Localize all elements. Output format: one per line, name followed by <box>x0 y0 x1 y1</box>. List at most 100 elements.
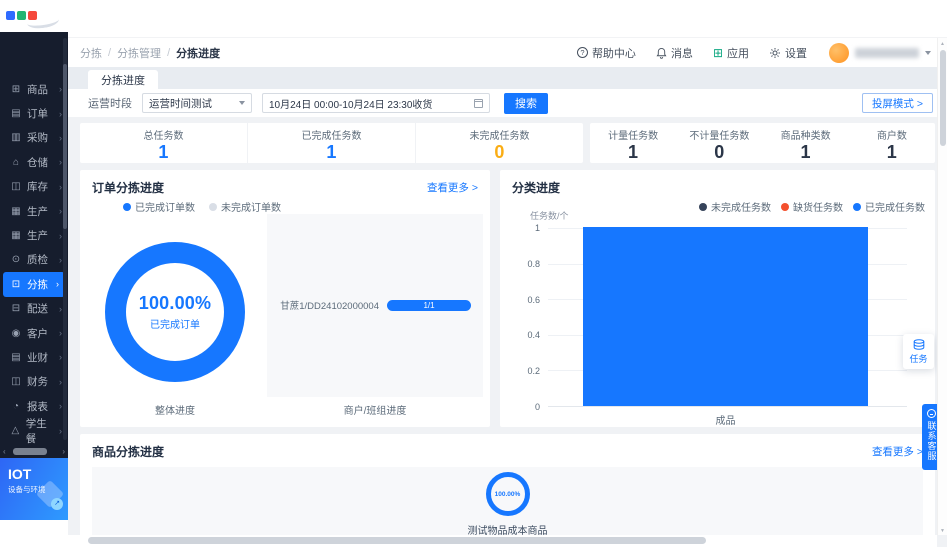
date-range-input[interactable]: 10月24日 00:00-10月24日 23:30收货 <box>262 93 490 113</box>
stat-value: 1 <box>80 142 247 163</box>
sidebar-item-business-finance[interactable]: ▤业财› <box>0 345 68 369</box>
sidebar-item-label: 财务 <box>27 374 48 389</box>
chevron-right-icon: › <box>56 279 59 289</box>
apps-button[interactable]: ⊞ 应用 <box>713 45 749 61</box>
sidebar-item-goods[interactable]: ⊞商品› <box>0 77 68 101</box>
help-center-button[interactable]: ? 帮助中心 <box>577 45 636 61</box>
legend-item[interactable]: 已完成任务数 <box>853 199 925 214</box>
business-finance-icon: ▤ <box>10 352 22 363</box>
tasks-float-button[interactable]: 任务 <box>903 334 934 369</box>
bar-finished-tasks <box>583 227 868 406</box>
stat-item: 不计量任务数0 <box>676 123 762 163</box>
search-button[interactable]: 搜索 <box>504 93 548 114</box>
user-menu[interactable] <box>829 43 931 63</box>
bar-chart-plot: 成品 <box>548 228 907 407</box>
scroll-up-arrow-icon[interactable]: ▲ <box>940 38 945 48</box>
sidebar-item-customers[interactable]: ◉客户› <box>0 321 68 345</box>
sidebar-item-production[interactable]: ▦生产› <box>0 199 68 223</box>
service-label: 联系客服 <box>927 421 936 461</box>
sidebar-item-finance[interactable]: ◫财务› <box>0 370 68 394</box>
order-panel-more-link[interactable]: 查看更多 > <box>427 180 478 195</box>
sidebar-item-production[interactable]: ▦生产› <box>0 223 68 247</box>
sidebar-item-label: 学生餐 <box>26 416 54 446</box>
iot-badge-icon: ↗ <box>51 498 63 510</box>
app-logo[interactable] <box>0 0 68 32</box>
apps-label: 应用 <box>727 45 749 61</box>
category-panel-title: 分类进度 <box>512 179 560 196</box>
vertical-scrollbar[interactable]: ▲ ▼ <box>937 38 947 535</box>
y-tick-label: 0.6 <box>508 295 540 305</box>
tab-sorting-progress[interactable]: 分拣进度 <box>88 70 158 89</box>
stat-item: 商户数1 <box>849 123 935 163</box>
order-legend: 已完成订单数未完成订单数 <box>123 199 281 214</box>
cast-mode-button[interactable]: 投屏模式 > <box>862 93 933 113</box>
breadcrumb-item[interactable]: 分拣管理 <box>117 45 161 61</box>
breadcrumb-item[interactable]: 分拣进度 <box>176 45 220 61</box>
sidebar-item-student-meal[interactable]: △学生餐› <box>0 418 68 442</box>
scroll-down-arrow-icon[interactable]: ▼ <box>940 525 945 535</box>
chevron-right-icon: › <box>59 377 62 387</box>
scroll-left-arrow-icon[interactable]: ‹ <box>3 448 6 456</box>
help-label: 帮助中心 <box>592 45 636 61</box>
sidebar-item-inventory[interactable]: ◫库存› <box>0 175 68 199</box>
stat-label: 商品种类数 <box>763 127 849 142</box>
sorting-icon: ⊡ <box>10 279 22 290</box>
content-area: 总任务数1已完成任务数1未完成任务数0 计量任务数1不计量任务数0商品种类数1商… <box>68 117 947 547</box>
sidebar-item-warehouse[interactable]: ⌂仓储› <box>0 150 68 174</box>
legend-label: 未完成任务数 <box>711 199 771 214</box>
legend-item[interactable]: 缺货任务数 <box>781 199 843 214</box>
sidebar-vertical-scrollbar[interactable] <box>63 38 67 440</box>
scroll-right-arrow-icon[interactable]: › <box>62 448 65 456</box>
category-legend: 未完成任务数 缺货任务数 已完成任务数 <box>699 199 925 214</box>
messages-button[interactable]: 消息 <box>656 45 693 61</box>
legend-item[interactable]: 未完成订单数 <box>209 199 281 214</box>
legend-dot-icon <box>209 203 217 211</box>
sidebar-item-orders[interactable]: ▤订单› <box>0 101 68 125</box>
sidebar-item-label: 库存 <box>27 179 48 194</box>
sidebar-item-label: 配送 <box>27 301 48 316</box>
legend-label: 缺货任务数 <box>793 199 843 214</box>
goods-panel-more-link[interactable]: 查看更多 > <box>872 444 923 459</box>
chevron-right-icon: › <box>59 304 62 314</box>
legend-label: 已完成任务数 <box>865 199 925 214</box>
username-redacted <box>855 48 919 58</box>
student-meal-icon: △ <box>10 425 21 436</box>
settings-button[interactable]: 设置 <box>769 45 807 61</box>
delivery-icon: ⊟ <box>10 303 22 314</box>
stats-row: 总任务数1已完成任务数1未完成任务数0 计量任务数1不计量任务数0商品种类数1商… <box>80 123 935 163</box>
horizontal-scrollbar-thumb[interactable] <box>88 537 706 544</box>
sidebar-horizontal-scrollbar-thumb[interactable] <box>13 448 47 455</box>
stat-value: 1 <box>763 142 849 163</box>
sidebar: ⊞商品›▤订单›▥采购›⌂仓储›◫库存›▦生产›▦生产›⊙质检›⊡分拣›⊟配送›… <box>0 0 68 547</box>
warehouse-icon: ⌂ <box>10 157 22 168</box>
sidebar-item-purchase[interactable]: ▥采购› <box>0 126 68 150</box>
breadcrumb-item[interactable]: 分拣 <box>80 45 102 61</box>
merchant-progress-box: 甘蔗1/DD24102000004 1/1 <box>267 214 483 397</box>
chevron-right-icon: › <box>59 133 62 143</box>
iot-banner[interactable]: IOT 设备与环境 ↗ <box>0 458 68 520</box>
avatar <box>829 43 849 63</box>
sidebar-horizontal-scrollbar[interactable]: ‹ › <box>0 445 68 458</box>
legend-item[interactable]: 已完成订单数 <box>123 199 195 214</box>
breadcrumb-separator: / <box>108 47 111 59</box>
horizontal-scrollbar[interactable] <box>68 535 937 547</box>
legend-label: 已完成订单数 <box>135 199 195 214</box>
y-tick-label: 0 <box>508 402 540 412</box>
order-donut-chart: 100.00% 已完成订单 <box>105 242 245 382</box>
x-axis-category-label: 成品 <box>583 412 868 427</box>
reports-icon: ◔ <box>10 401 22 412</box>
sidebar-item-sorting[interactable]: ⊡分拣› <box>3 272 65 296</box>
y-tick-label: 0.2 <box>508 366 540 376</box>
sidebar-vertical-scrollbar-thumb[interactable] <box>63 64 67 229</box>
sidebar-item-delivery[interactable]: ⊟ 配送 › <box>0 297 68 321</box>
sidebar-item-quality-check[interactable]: ⊙质检› <box>0 248 68 272</box>
customers-icon: ◉ <box>10 328 22 339</box>
sidebar-item-label: 生产 <box>27 204 48 219</box>
period-select[interactable]: 运营时间测试 <box>142 93 252 113</box>
donut-label: 已完成订单 <box>139 316 211 331</box>
messages-label: 消息 <box>671 45 693 61</box>
chevron-right-icon: › <box>59 426 62 436</box>
merchant-progress-caption: 商户/班组进度 <box>267 402 483 417</box>
legend-item[interactable]: 未完成任务数 <box>699 199 771 214</box>
vertical-scrollbar-thumb[interactable] <box>940 50 946 146</box>
